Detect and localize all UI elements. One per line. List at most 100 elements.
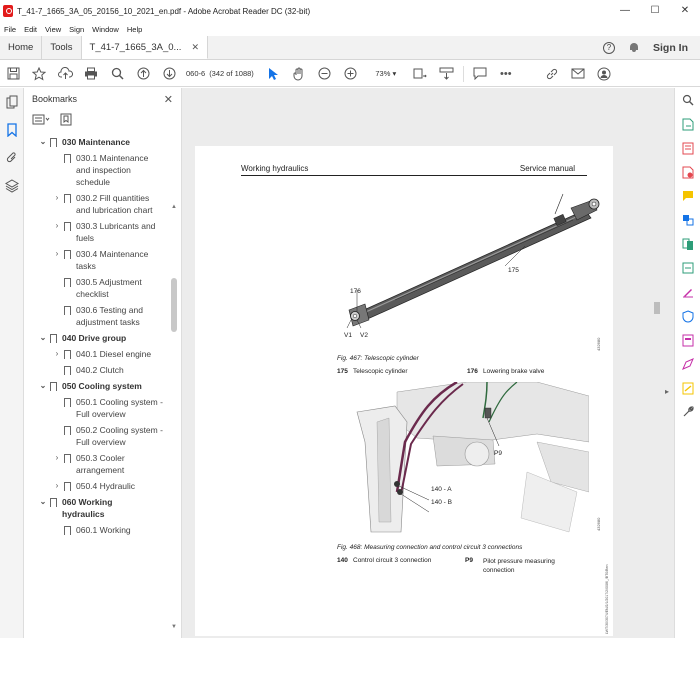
organize-pages-icon[interactable] — [675, 232, 700, 256]
bookmark-label: 030.6 Testing and adjustment tasks — [76, 305, 143, 327]
chevron-down-icon[interactable]: ⌄ — [38, 332, 48, 344]
chevron-right-icon[interactable]: › — [52, 192, 62, 204]
menu-sign[interactable]: Sign — [65, 25, 88, 34]
tab-tools[interactable]: Tools — [42, 36, 82, 59]
scroll-up-arrow-icon[interactable]: ▲ — [170, 204, 178, 210]
hand-tool-icon[interactable] — [286, 61, 312, 87]
email-icon[interactable] — [565, 61, 591, 87]
prepare-form-icon[interactable] — [675, 328, 700, 352]
menu-file[interactable]: File — [0, 25, 20, 34]
chevron-down-icon[interactable]: ⌄ — [38, 136, 48, 148]
scroll-mode-icon[interactable] — [434, 61, 460, 87]
zoom-level-dropdown[interactable]: 73% ▾ — [364, 69, 408, 78]
chevron-right-icon[interactable]: › — [52, 348, 62, 360]
bookmark-label: 030.3 Lubricants and fuels — [76, 221, 156, 243]
export-pdf-icon[interactable] — [675, 112, 700, 136]
find-icon[interactable] — [104, 61, 130, 87]
search-tools-icon[interactable] — [675, 88, 700, 112]
bookmark-item[interactable]: › 050.3 Cooler arrangement — [24, 450, 174, 478]
page-number-input[interactable]: 060-6 — [182, 69, 209, 78]
bookmark-ribbon-icon — [64, 306, 71, 316]
maximize-button[interactable]: ☐ — [640, 0, 670, 22]
edit-pdf-icon[interactable] — [675, 160, 700, 184]
bookmark-item[interactable]: 060.1 Working — [24, 522, 174, 538]
comment-icon[interactable] — [467, 61, 493, 87]
bookmark-item[interactable]: ⌄ 030 Maintenance — [24, 134, 174, 150]
upload-cloud-icon[interactable] — [52, 61, 78, 87]
scrollbar-thumb[interactable] — [171, 278, 177, 332]
bookmark-item[interactable]: › 030.2 Fill quantities and lubrication c… — [24, 190, 174, 218]
chevron-right-icon[interactable]: › — [52, 248, 62, 260]
bookmark-item[interactable]: ⌄ 040 Drive group — [24, 330, 174, 346]
bookmark-ribbon-icon — [50, 334, 57, 344]
zoom-in-icon[interactable] — [338, 61, 364, 87]
bookmarks-panel-icon[interactable] — [0, 116, 24, 144]
bookmark-options-icon[interactable] — [32, 114, 50, 127]
tab-close-icon[interactable]: ✕ — [191, 42, 199, 53]
chevron-down-icon[interactable]: ⌄ — [38, 380, 48, 392]
bookmark-item[interactable]: › 040.1 Diesel engine — [24, 346, 174, 362]
send-for-review-icon[interactable] — [675, 352, 700, 376]
bookmark-item[interactable]: › 030.4 Maintenance tasks — [24, 246, 174, 274]
menu-edit[interactable]: Edit — [20, 25, 41, 34]
more-tools-wrench-icon[interactable] — [675, 400, 700, 424]
sign-in-button[interactable]: Sign In — [653, 42, 688, 54]
previous-page-icon[interactable] — [130, 61, 156, 87]
bookmark-item[interactable]: ⌄ 050 Cooling system — [24, 378, 174, 394]
add-bookmark-icon[interactable] — [60, 113, 72, 128]
menu-help[interactable]: Help — [123, 25, 146, 34]
more-tools-icon[interactable]: ••• — [493, 61, 519, 87]
protect-icon[interactable] — [675, 304, 700, 328]
document-scrollbar[interactable] — [652, 88, 662, 638]
bookmark-item[interactable]: ⌄ 060 Working hydraulics — [24, 494, 174, 522]
bookmark-item[interactable]: 030.6 Testing and adjustment tasks — [24, 302, 174, 330]
document-scrollbar-thumb[interactable] — [654, 302, 660, 314]
chevron-right-icon[interactable]: › — [52, 480, 62, 492]
combine-files-icon[interactable] — [675, 208, 700, 232]
minimize-button[interactable]: — — [610, 0, 640, 22]
tab-document[interactable]: T_41-7_1665_3A_0... ✕ — [81, 36, 208, 59]
attachments-paperclip-icon[interactable] — [0, 144, 24, 172]
bookmark-ribbon-icon — [64, 526, 71, 536]
create-pdf-icon[interactable] — [675, 136, 700, 160]
next-page-icon[interactable] — [156, 61, 182, 87]
bookmark-ribbon-icon — [50, 498, 57, 508]
chevron-down-icon[interactable]: ⌄ — [38, 496, 48, 508]
menu-view[interactable]: View — [41, 25, 65, 34]
notification-bell-icon[interactable] — [629, 42, 639, 53]
callout-176: 176 — [350, 288, 361, 295]
bookmark-item[interactable]: 040.2 Clutch — [24, 362, 174, 378]
page-thumbnails-icon[interactable] — [0, 88, 24, 116]
menu-window[interactable]: Window — [88, 25, 123, 34]
fill-sign-icon[interactable] — [675, 280, 700, 304]
bookmark-star-icon[interactable] — [26, 61, 52, 87]
request-signature-icon[interactable] — [675, 376, 700, 400]
close-panel-icon[interactable]: ✕ — [164, 93, 173, 106]
link-icon[interactable] — [539, 61, 565, 87]
collapse-right-panel-icon[interactable]: ▸ — [662, 384, 672, 400]
bookmark-item[interactable]: 030.1 Maintenance and inspection schedul… — [24, 150, 174, 190]
bookmark-item[interactable]: 050.1 Cooling system - Full overview — [24, 394, 174, 422]
help-icon[interactable]: ? — [603, 41, 615, 54]
legend-text-control-circuit-3-connection: Control circuit 3 connection — [353, 557, 432, 564]
bookmark-item[interactable]: › 030.3 Lubricants and fuels — [24, 218, 174, 246]
bookmark-item[interactable]: › 050.4 Hydraulic — [24, 478, 174, 494]
print-icon[interactable] — [78, 61, 104, 87]
scroll-down-arrow-icon[interactable]: ▼ — [170, 624, 178, 630]
close-window-button[interactable]: ✕ — [670, 0, 700, 22]
tab-home[interactable]: Home — [0, 36, 43, 59]
bookmark-item[interactable]: 030.5 Adjustment checklist — [24, 274, 174, 302]
bookmarks-scrollbar[interactable]: ▲ ▼ — [170, 174, 178, 632]
comment-tool-icon[interactable] — [675, 184, 700, 208]
layers-icon[interactable] — [0, 172, 24, 200]
scan-ocr-icon[interactable] — [675, 256, 700, 280]
save-icon[interactable] — [0, 61, 26, 87]
bookmark-item[interactable]: 050.2 Cooling system - Full overview — [24, 422, 174, 450]
page-fit-icon[interactable] — [408, 61, 434, 87]
chevron-right-icon[interactable]: › — [52, 220, 62, 232]
zoom-out-icon[interactable] — [312, 61, 338, 87]
telescopic-cylinder-illustration — [346, 193, 600, 329]
share-user-icon[interactable] — [591, 61, 617, 87]
chevron-right-icon[interactable]: › — [52, 452, 62, 464]
select-cursor-icon[interactable] — [260, 61, 286, 87]
